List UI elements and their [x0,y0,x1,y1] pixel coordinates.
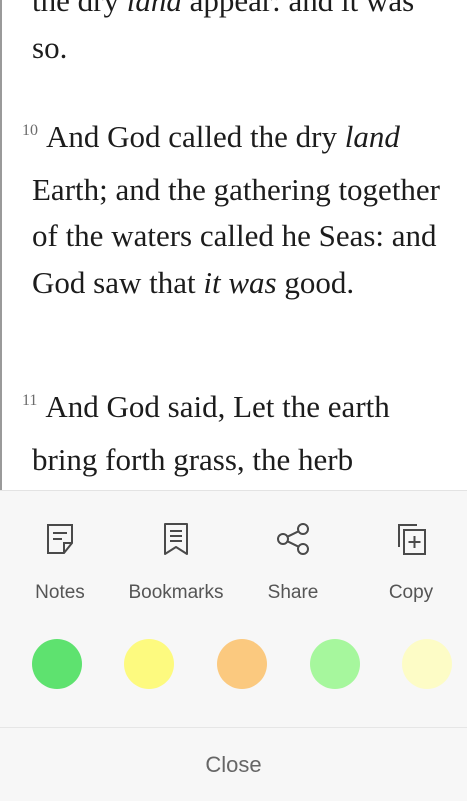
verse-11[interactable]: 11 And God said, Let the earth bring fort… [22,384,452,483]
action-row: Notes Bookmarks Share Copy [0,521,467,603]
highlight-swatch-pale-yellow[interactable] [402,639,452,689]
notes-label: Notes [35,582,85,603]
verse-italic-text: it was [203,264,277,300]
verse-10[interactable]: 10 And God called the dry land Earth; and… [22,114,452,306]
verse-action-sheet: Notes Bookmarks Share Copy Close [0,490,467,801]
highlight-swatch-light-green[interactable] [310,639,360,689]
copy-label: Copy [388,582,434,603]
verse-text: And God said, Let the earth bring forth … [32,389,390,477]
verse-text: And God called the dry [46,119,345,154]
verse-number: 10 [22,122,38,139]
verse-italic-text: land [344,119,400,154]
copy-button[interactable]: Copy [353,521,467,603]
notes-icon [42,521,78,562]
share-icon [275,521,311,562]
verse-text: so. [32,29,68,65]
verse-number: 11 [22,392,38,409]
notes-button[interactable]: Notes [2,521,118,603]
highlight-swatch-green[interactable] [32,639,82,689]
verse-text: good. [276,264,355,300]
verse-9-fragment[interactable]: the dry land appear: and it was so. [32,0,452,71]
bookmarks-button[interactable]: Bookmarks [118,521,234,603]
bookmarks-label: Bookmarks [128,582,224,603]
close-label: Close [205,752,262,777]
bookmarks-icon [158,521,194,562]
highlight-swatch-yellow[interactable] [124,639,174,689]
verse-text: appear: and it was [181,0,415,18]
share-button[interactable]: Share [235,521,351,603]
verse-text: the dry [32,0,127,18]
bible-text-reader: the dry land appear: and it was so. 10 An… [0,0,467,490]
copy-icon [393,521,429,562]
verse-italic-text: land [126,0,182,18]
share-label: Share [267,582,319,603]
highlight-swatch-orange[interactable] [217,639,267,689]
close-button[interactable]: Close [0,727,467,802]
